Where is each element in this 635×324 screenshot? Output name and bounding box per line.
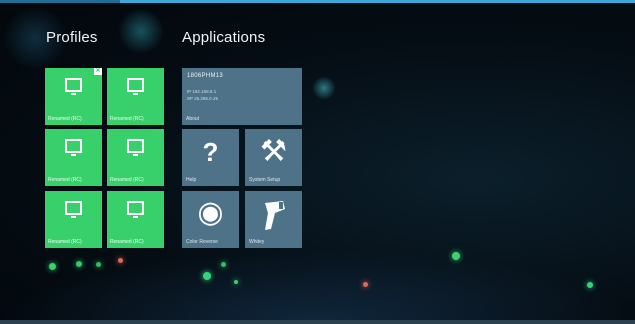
monitor-icon [65, 78, 82, 95]
profile-label: Renamed (RC) [48, 238, 82, 245]
question-mark-icon: ? [202, 137, 219, 167]
background-dot [234, 280, 238, 284]
monitor-icon [127, 201, 144, 218]
scanner-tile[interactable]: Whitey [245, 191, 302, 248]
background-dot [49, 263, 56, 270]
applications-heading: Applications [182, 29, 266, 46]
system-setup-label: System Setup [249, 177, 281, 183]
profile-label: Renamed (RC) [110, 176, 144, 183]
system-setup-tile[interactable]: ⚒ System Setup [245, 129, 302, 186]
device-info: SP 25.285.0.25 [187, 96, 218, 101]
background-dot [76, 261, 82, 267]
profile-label: Renamed (RC) [48, 115, 82, 122]
monitor-icon [65, 139, 82, 156]
top-accent-bar-segment [0, 0, 120, 3]
background-dot [203, 272, 211, 280]
background-glow [0, 250, 635, 320]
background-bokeh [118, 8, 164, 54]
radar-icon: ◉ [197, 196, 224, 229]
background-dot [118, 258, 123, 263]
color-reverse-tile[interactable]: ◉ Color Reverse [182, 191, 239, 248]
about-label: About [186, 116, 200, 122]
background-dot [587, 282, 593, 288]
profile-label: Renamed (RC) [110, 238, 144, 245]
monitor-icon [127, 139, 144, 156]
about-tile[interactable]: 1806PHM13 IP 192.168.8.1 SP 25.285.0.25 … [182, 68, 302, 125]
profile-tile-2[interactable]: Renamed (RC) [107, 68, 164, 125]
profile-tile-5[interactable]: Renamed (RC) [45, 191, 102, 248]
background-dot [363, 282, 368, 287]
bottom-bar [0, 320, 635, 324]
device-name: 1806PHM13 [187, 73, 224, 79]
active-profile-close-icon[interactable]: ✕ [94, 68, 102, 75]
background-dot [452, 252, 460, 260]
tools-icon: ⚒ [260, 135, 287, 168]
profile-label: Renamed (RC) [110, 115, 144, 122]
monitor-icon [65, 201, 82, 218]
device-ip: IP 192.168.8.1 [187, 89, 217, 94]
help-label: Help [186, 177, 197, 183]
background-dot [96, 262, 101, 267]
profile-tile-4[interactable]: Renamed (RC) [107, 129, 164, 186]
monitor-icon [127, 78, 144, 95]
color-reverse-label: Color Reverse [186, 239, 218, 245]
background-dot [221, 262, 226, 267]
profile-tile-6[interactable]: Renamed (RC) [107, 191, 164, 248]
profile-tile-1[interactable]: ✕ Renamed (RC) [45, 68, 102, 125]
profile-label: Renamed (RC) [48, 176, 82, 183]
background-bokeh [312, 76, 336, 100]
profiles-heading: Profiles [46, 29, 98, 46]
help-tile[interactable]: ? Help [182, 129, 239, 186]
scanner-label: Whitey [249, 239, 265, 245]
profile-tile-3[interactable]: Renamed (RC) [45, 129, 102, 186]
barcode-scanner-icon [265, 201, 285, 230]
top-accent-bar [0, 0, 635, 3]
